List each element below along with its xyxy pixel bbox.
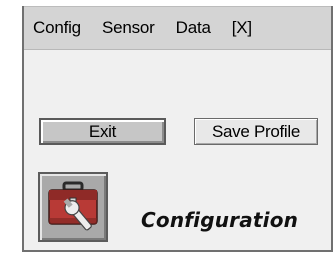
toolbox-wrench-icon (48, 181, 98, 231)
section-title: Configuration (141, 208, 299, 232)
save-profile-button[interactable]: Save Profile (194, 118, 318, 145)
exit-button[interactable]: Exit (39, 118, 166, 145)
menu-config[interactable]: Config (33, 18, 81, 38)
configuration-icon-button[interactable] (38, 172, 108, 242)
menu-data[interactable]: Data (176, 18, 211, 38)
menu-bar: Config Sensor Data [X] (24, 6, 331, 50)
menu-close[interactable]: [X] (232, 18, 252, 38)
app-window: Config Sensor Data [X] Exit Save Profile… (22, 6, 333, 252)
menu-sensor[interactable]: Sensor (102, 18, 155, 38)
